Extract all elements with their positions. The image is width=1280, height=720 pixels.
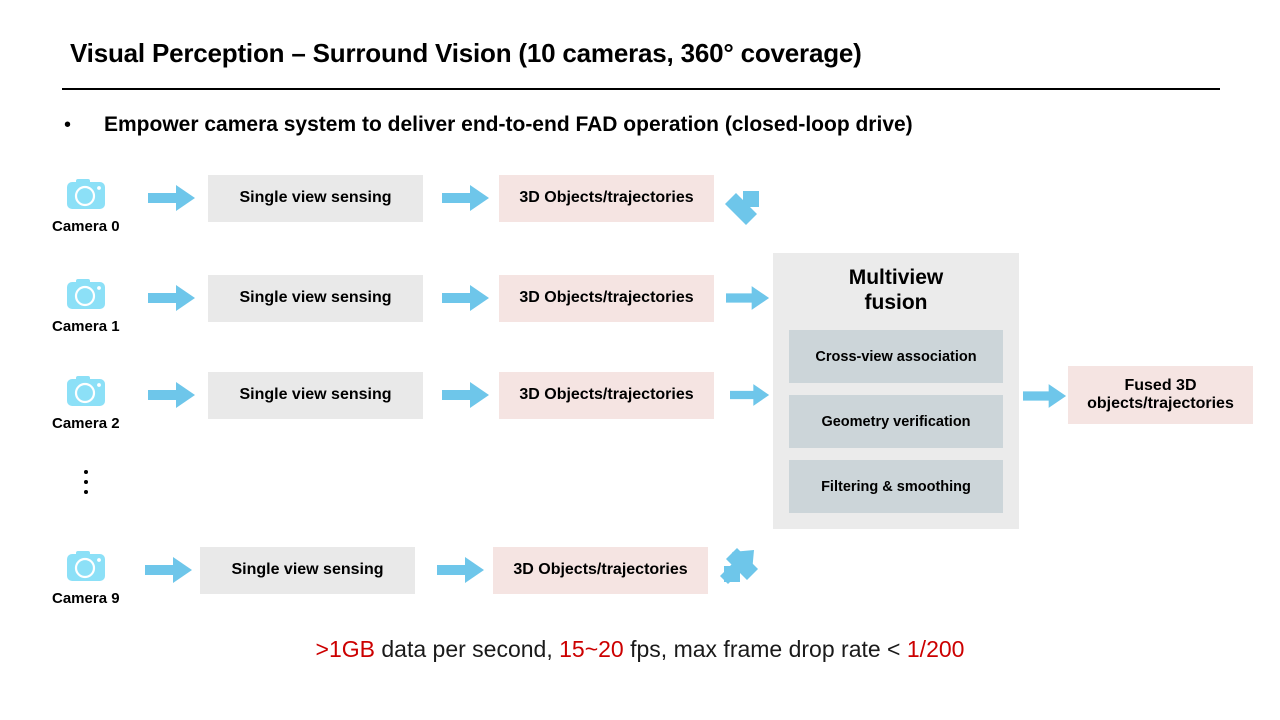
arrow-sensing-to-objects-icon <box>437 556 485 589</box>
fusion-title-line2: fusion <box>864 290 928 314</box>
stage-single-view-sensing: Single view sensing <box>208 372 423 419</box>
arrow-camera-to-sensing-icon <box>148 284 196 317</box>
fusion-step-filtering-smoothing: Filtering & smoothing <box>789 460 1003 513</box>
ellipsis-dot <box>84 470 88 474</box>
camera-label: Camera 0 <box>52 218 120 235</box>
fusion-step-label: Cross-view association <box>815 348 977 365</box>
footer-text-1: data per second, <box>375 636 560 662</box>
arrow-camera-to-sensing-icon <box>145 556 193 589</box>
stage-label: 3D Objects/trajectories <box>519 289 694 307</box>
camera-label: Camera 2 <box>52 415 120 432</box>
stage-single-view-sensing: Single view sensing <box>208 175 423 222</box>
stage-single-view-sensing: Single view sensing <box>200 547 415 594</box>
ellipsis-dot <box>84 480 88 484</box>
camera-block-9: Camera 9 <box>52 548 120 607</box>
pipeline-ellipsis <box>84 470 88 494</box>
stage-label: Single view sensing <box>239 386 392 404</box>
footer-text-2: fps, max frame drop rate < <box>623 636 907 662</box>
page-title: Visual Perception – Surround Vision (10 … <box>70 38 862 68</box>
bullet-marker: • <box>64 114 72 136</box>
stage-label: 3D Objects/trajectories <box>519 386 694 404</box>
output-label-line2: objects/trajectories <box>1087 395 1234 412</box>
camera-block-2: Camera 2 <box>52 373 120 432</box>
output-fused-3d-objects: Fused 3D objects/trajectories <box>1068 366 1253 424</box>
camera-label: Camera 1 <box>52 318 120 335</box>
fusion-step-cross-view-association: Cross-view association <box>789 330 1003 383</box>
stage-single-view-sensing: Single view sensing <box>208 275 423 322</box>
bullet-item: • Empower camera system to deliver end-t… <box>60 112 913 138</box>
stage-label: 3D Objects/trajectories <box>519 189 694 207</box>
stage-3d-objects-trajectories: 3D Objects/trajectories <box>499 372 714 419</box>
arrow-fusion-to-output-icon <box>1023 382 1067 415</box>
fusion-title: Multiview fusion <box>773 266 1019 316</box>
camera-label: Camera 9 <box>52 590 120 607</box>
fusion-title-line1: Multiview <box>848 266 944 289</box>
stage-label: Single view sensing <box>231 561 384 579</box>
arrow-sensing-to-objects-icon <box>442 381 490 414</box>
fusion-step-label: Geometry verification <box>821 413 971 430</box>
fusion-step-geometry-verification: Geometry verification <box>789 395 1003 448</box>
pipeline-row-1: Camera 1 Single view sensing 3D Objects/… <box>0 275 1280 335</box>
arrow-to-fusion-icon <box>726 284 770 317</box>
arrow-sensing-to-objects-icon <box>442 284 490 317</box>
arrow-camera-to-sensing-icon <box>148 381 196 414</box>
stage-label: Single view sensing <box>239 289 392 307</box>
arrow-to-fusion-up-icon <box>716 546 760 595</box>
bullet-label: Empower camera system to deliver end-to-… <box>104 113 913 136</box>
arrow-camera-to-sensing-icon <box>148 184 196 217</box>
stage-3d-objects-trajectories: 3D Objects/trajectories <box>499 175 714 222</box>
footer-fps: 15~20 <box>559 636 624 662</box>
camera-icon <box>64 176 108 212</box>
camera-icon <box>64 548 108 584</box>
pipeline-row-3: Camera 9 Single view sensing 3D Objects/… <box>0 546 1280 607</box>
camera-block-1: Camera 1 <box>52 276 120 335</box>
output-label-line1: Fused 3D <box>1124 376 1197 394</box>
multiview-fusion-block: Multiview fusion Cross-view association … <box>773 253 1019 529</box>
camera-icon <box>64 373 108 409</box>
ellipsis-dot <box>84 490 88 494</box>
camera-icon <box>64 276 108 312</box>
title-divider <box>62 88 1220 90</box>
arrow-to-fusion-down-icon <box>722 190 766 239</box>
footer-data-rate: >1GB <box>315 636 375 662</box>
stage-label: Single view sensing <box>239 189 392 207</box>
stage-label: 3D Objects/trajectories <box>513 561 688 579</box>
stage-3d-objects-trajectories: 3D Objects/trajectories <box>493 547 708 594</box>
camera-block-0: Camera 0 <box>52 176 120 235</box>
footer-stats: >1GB data per second, 15~20 fps, max fra… <box>0 636 1280 663</box>
arrow-to-fusion-icon <box>730 381 770 414</box>
fusion-step-label: Filtering & smoothing <box>821 478 971 495</box>
pipeline-row-0: Camera 0 Single view sensing 3D Objects/… <box>0 175 1280 235</box>
stage-3d-objects-trajectories: 3D Objects/trajectories <box>499 275 714 322</box>
footer-drop-rate: 1/200 <box>906 636 965 662</box>
arrow-sensing-to-objects-icon <box>442 184 490 217</box>
